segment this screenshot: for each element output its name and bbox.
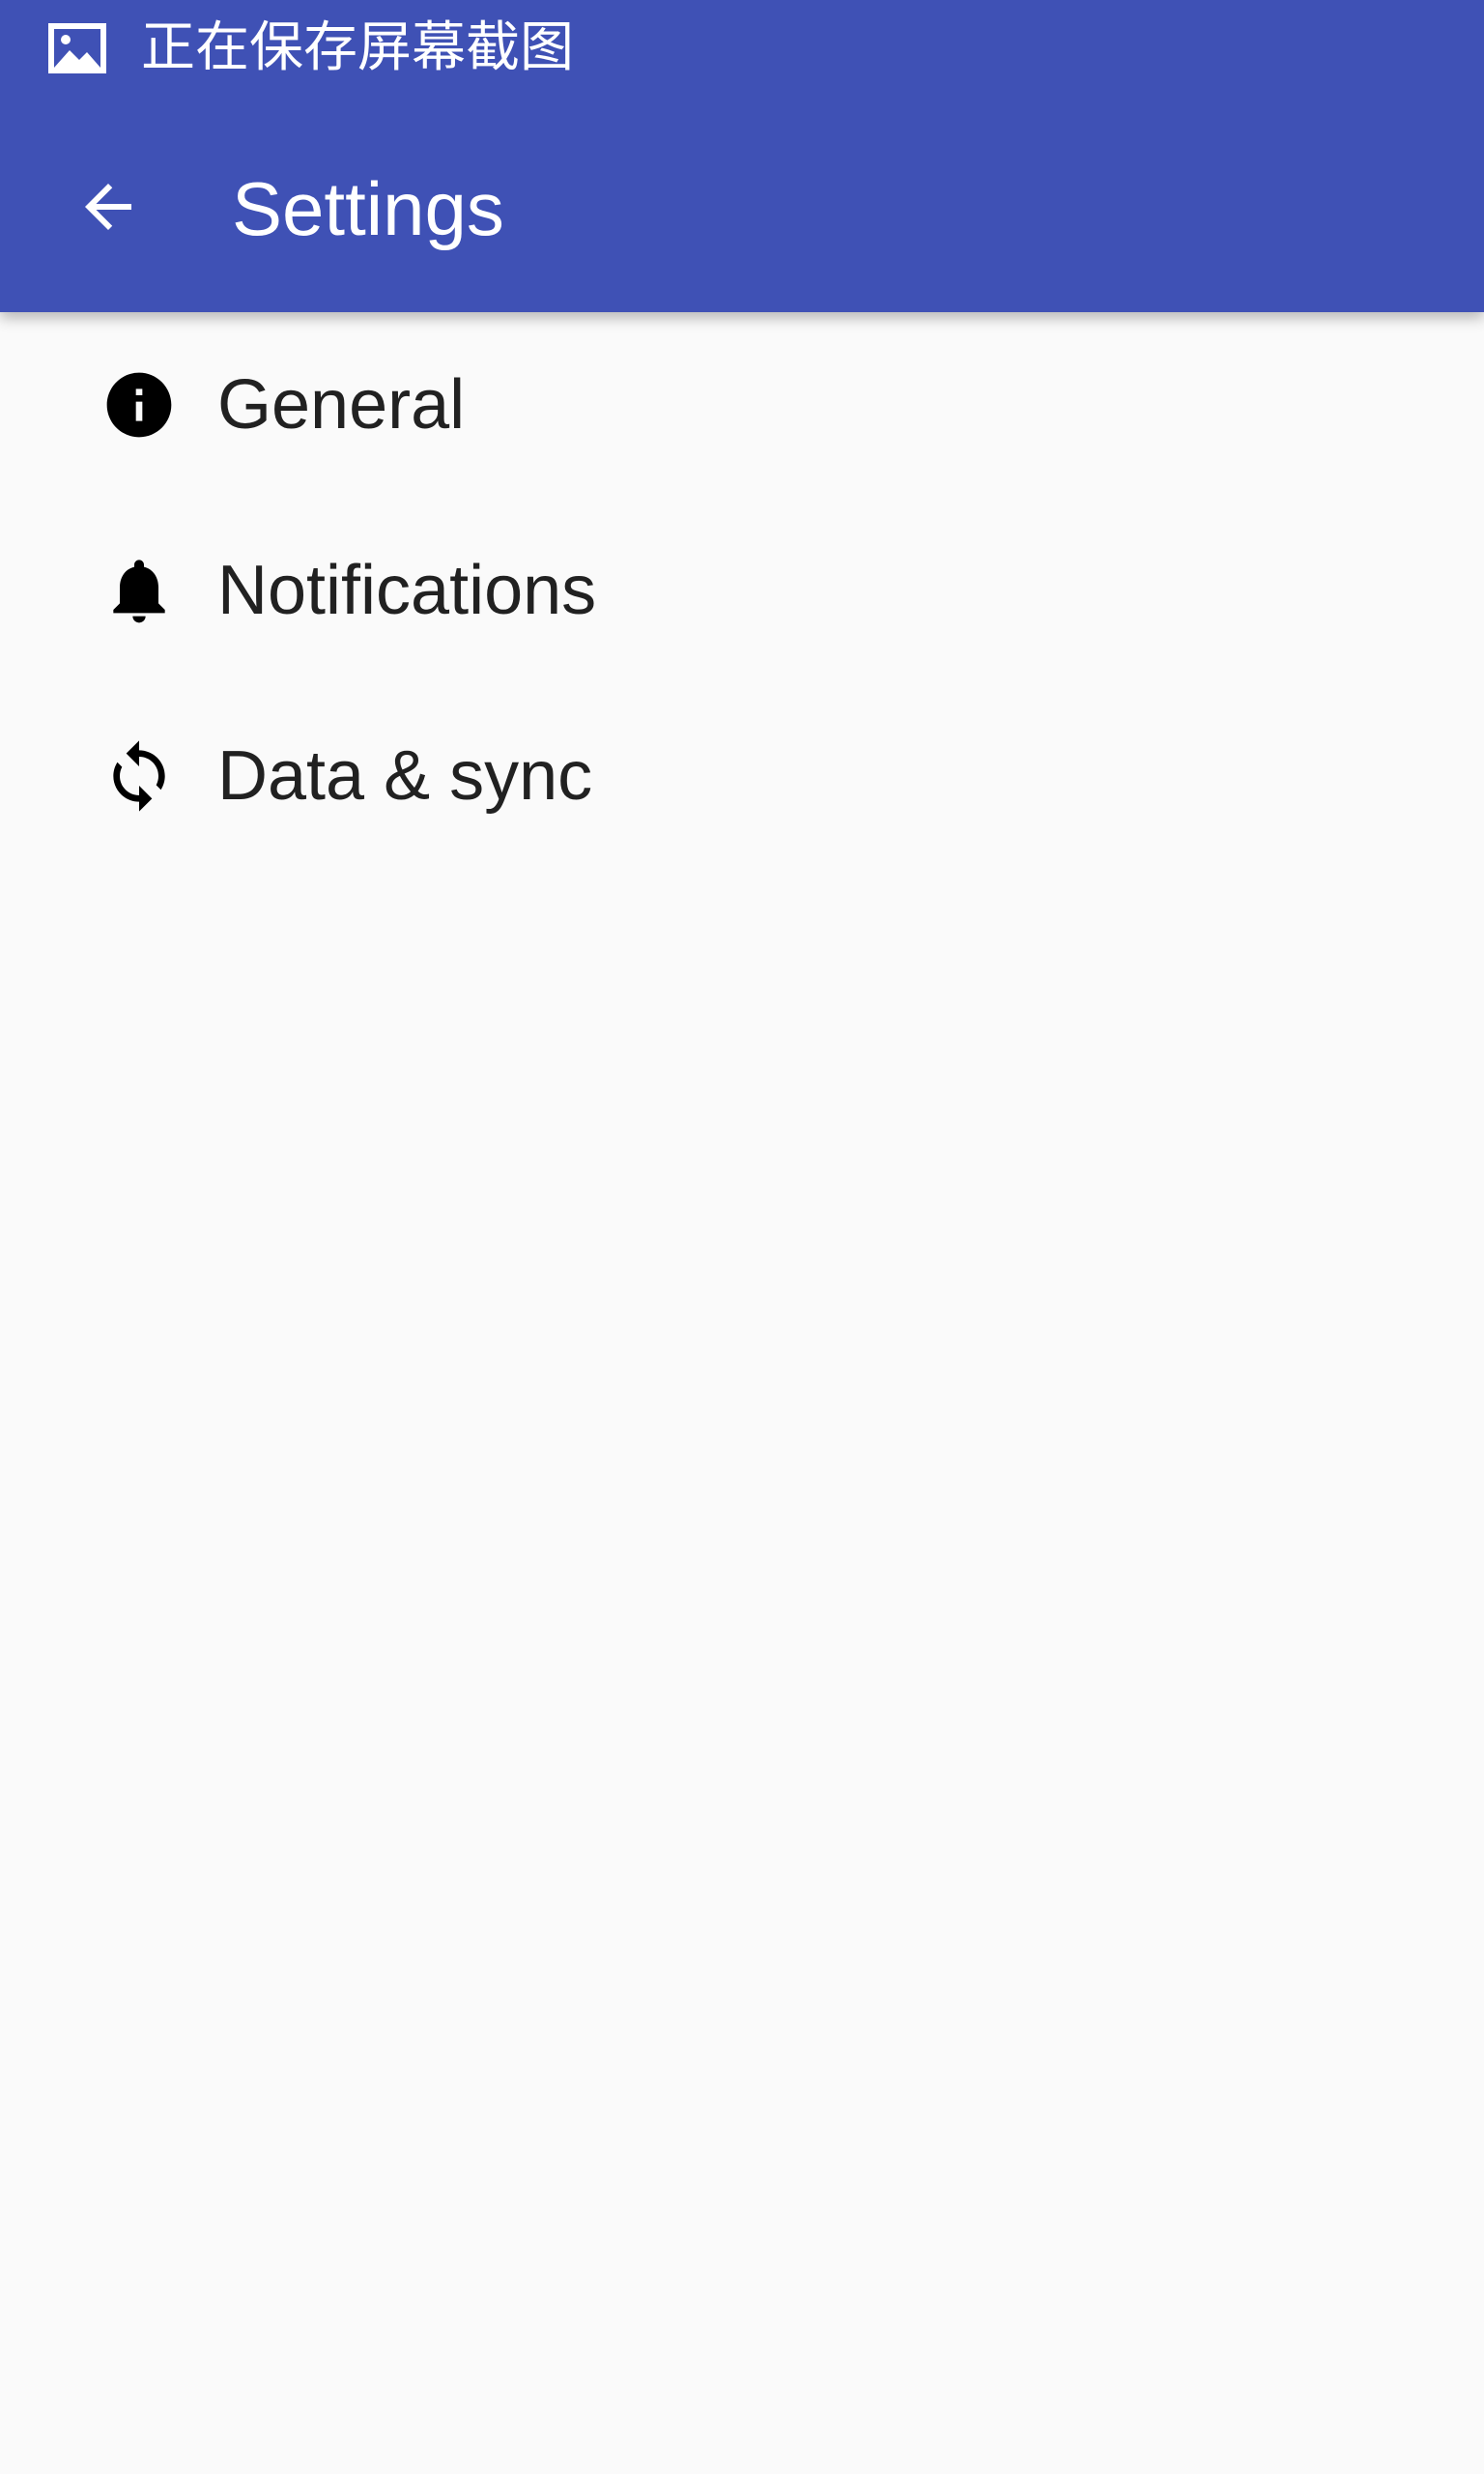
page-title: Settings bbox=[232, 166, 504, 251]
image-icon bbox=[46, 21, 108, 75]
settings-item-data-sync[interactable]: Data & sync bbox=[0, 683, 1484, 869]
settings-item-label: Notifications bbox=[217, 552, 597, 629]
settings-screen: 正在保存屏幕截图 Settings General Notifications … bbox=[0, 0, 1484, 2474]
settings-list: General Notifications Data & sync bbox=[0, 312, 1484, 869]
sync-icon bbox=[100, 737, 178, 815]
back-button[interactable] bbox=[54, 155, 162, 263]
status-bar: 正在保存屏幕截图 bbox=[0, 0, 1484, 97]
settings-item-general[interactable]: General bbox=[0, 312, 1484, 498]
info-icon bbox=[100, 366, 178, 444]
arrow-left-icon bbox=[73, 172, 143, 245]
bell-icon bbox=[100, 552, 178, 629]
settings-item-label: Data & sync bbox=[217, 737, 593, 815]
settings-item-notifications[interactable]: Notifications bbox=[0, 498, 1484, 683]
status-notification-text: 正在保存屏幕截图 bbox=[141, 16, 574, 79]
toolbar: Settings bbox=[0, 97, 1484, 312]
settings-item-label: General bbox=[217, 366, 466, 444]
app-header: 正在保存屏幕截图 Settings bbox=[0, 0, 1484, 312]
